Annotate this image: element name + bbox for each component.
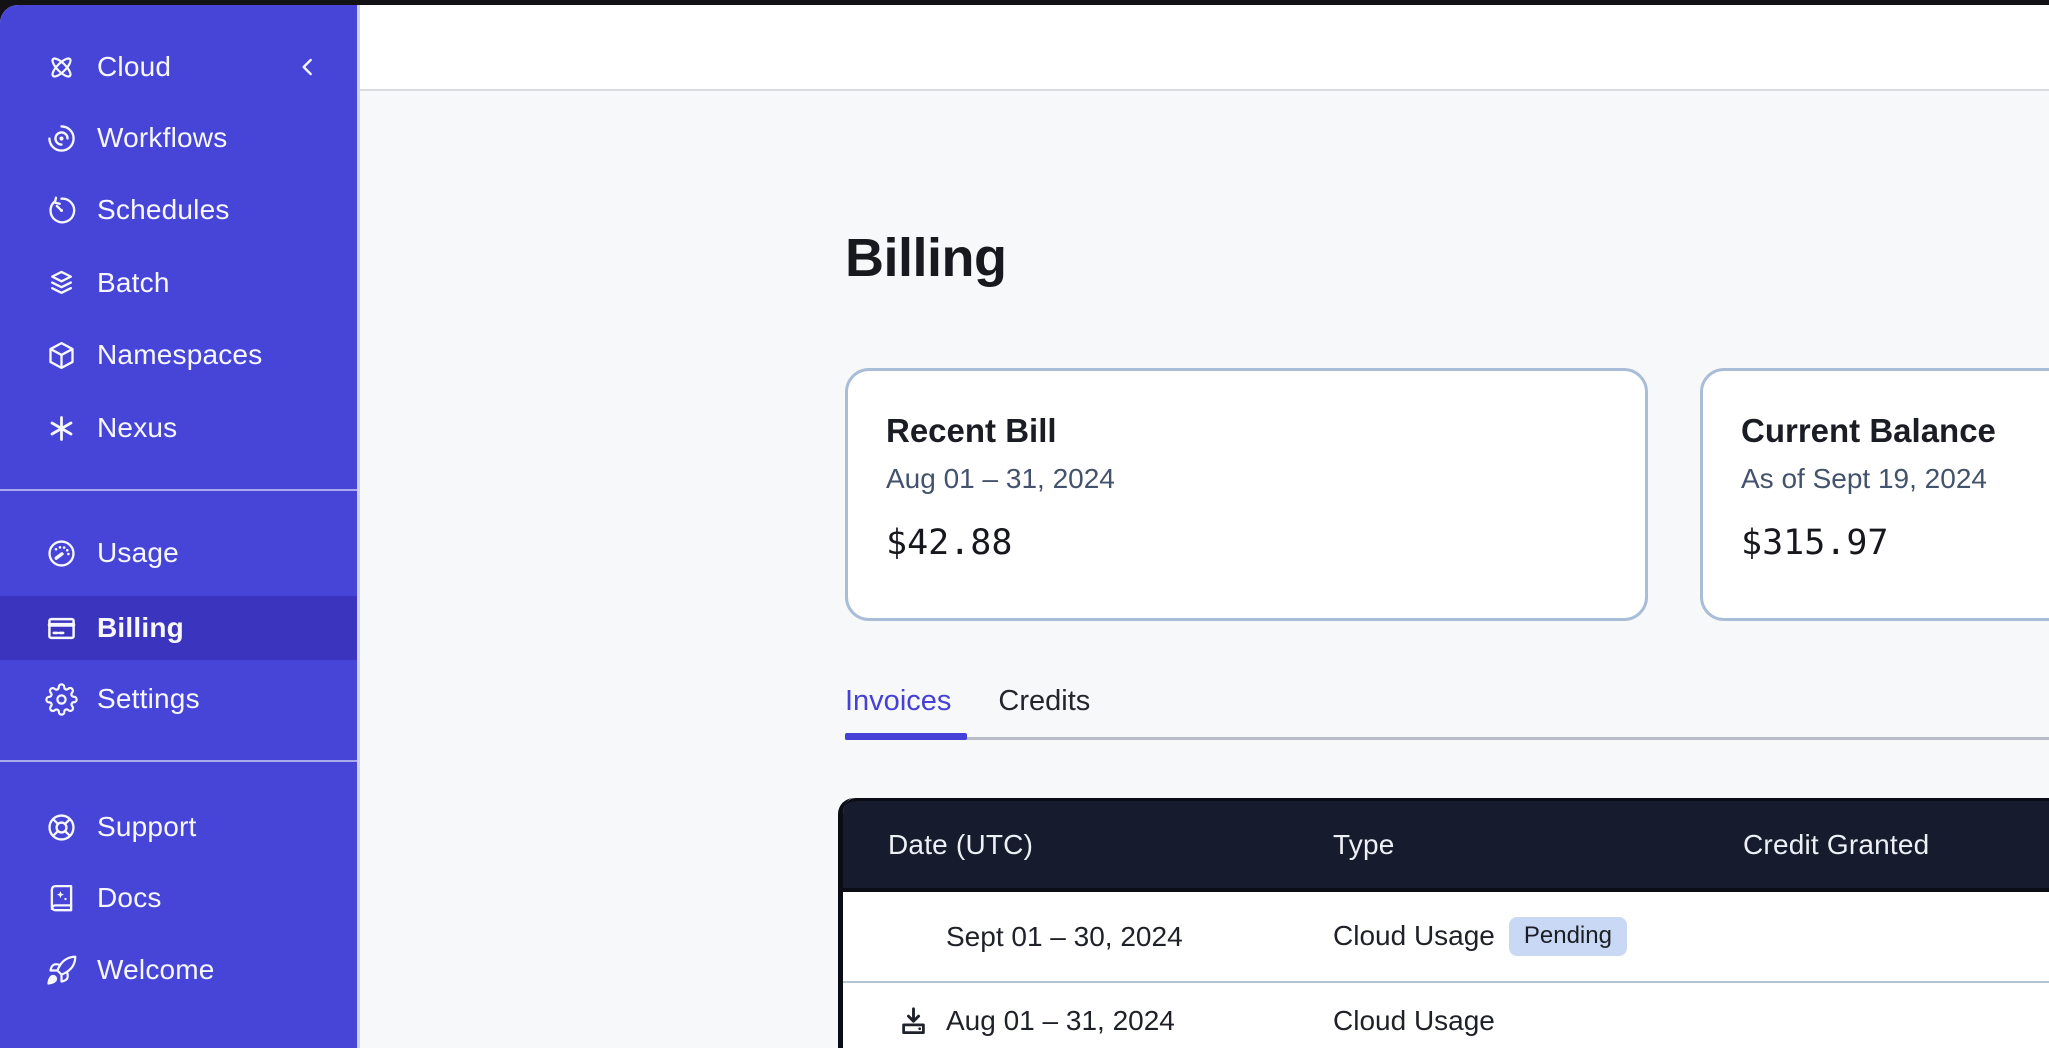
tabs-divider (845, 737, 2049, 740)
column-header-date: Date (UTC) (888, 829, 1333, 861)
status-badge-pending: Pending (1509, 917, 1627, 955)
sidebar-item-settings[interactable]: Settings (0, 667, 357, 731)
sidebar-item-workflows[interactable]: Workflows (0, 106, 357, 170)
download-slot-empty (896, 920, 930, 954)
billing-tabs: Invoices Credits (845, 681, 1090, 721)
invoice-type: Cloud Usage (1333, 1005, 1495, 1037)
column-header-type: Type (1333, 829, 1743, 861)
current-balance-card: Current Balance As of Sept 19, 2024 $315… (1700, 368, 2049, 621)
download-invoice-button[interactable] (896, 1004, 930, 1038)
card-amount: $42.88 (886, 524, 1645, 563)
sidebar-collapse-button[interactable] (288, 47, 328, 87)
card-period: As of Sept 19, 2024 (1741, 464, 2049, 495)
settings-icon (45, 683, 78, 716)
support-icon (45, 811, 78, 844)
temporal-logo-icon (45, 51, 78, 84)
table-row[interactable]: Sept 01 – 30, 2024 Cloud Usage Pending (843, 892, 2049, 981)
sidebar: Cloud Workflows (0, 5, 360, 1048)
sidebar-item-schedules[interactable]: Schedules (0, 178, 357, 242)
table-row[interactable]: Aug 01 – 31, 2024 Cloud Usage (843, 983, 2049, 1048)
tab-credits[interactable]: Credits (998, 681, 1090, 721)
sidebar-divider (0, 760, 357, 762)
invoices-table: Date (UTC) Type Credit Granted Sept 01 –… (838, 798, 2049, 1048)
sidebar-item-nexus[interactable]: Nexus (0, 396, 357, 460)
sidebar-item-support[interactable]: Support (0, 795, 357, 859)
welcome-rocket-icon (45, 954, 78, 987)
recent-bill-card: Recent Bill Aug 01 – 31, 2024 $42.88 (845, 368, 1648, 621)
namespaces-icon (45, 339, 78, 372)
download-icon (897, 1004, 930, 1037)
card-title: Recent Bill (886, 413, 1645, 449)
sidebar-item-billing[interactable]: Billing (0, 596, 357, 660)
sidebar-item-docs[interactable]: Docs (0, 866, 357, 930)
sidebar-item-usage[interactable]: Usage (0, 521, 357, 585)
sidebar-item-namespaces[interactable]: Namespaces (0, 323, 357, 387)
topbar (360, 5, 2049, 91)
schedules-icon (45, 194, 78, 227)
sidebar-item-batch[interactable]: Batch (0, 251, 357, 315)
workflows-icon (45, 122, 78, 155)
sidebar-brand-label: Cloud (97, 51, 171, 83)
invoice-date: Aug 01 – 31, 2024 (946, 1005, 1175, 1037)
docs-icon (45, 882, 78, 915)
app-window: Cloud Workflows (0, 5, 2049, 1048)
sidebar-brand-cloud[interactable]: Cloud (0, 35, 357, 99)
desktop-background: Cloud Workflows (0, 0, 2049, 1048)
sidebar-divider (0, 489, 357, 491)
chevron-left-icon (295, 54, 321, 80)
active-tab-underline (845, 733, 967, 740)
card-period: Aug 01 – 31, 2024 (886, 464, 1645, 495)
tab-invoices[interactable]: Invoices (845, 681, 951, 721)
invoice-date: Sept 01 – 30, 2024 (946, 921, 1183, 953)
batch-icon (45, 267, 78, 300)
usage-icon (45, 537, 78, 570)
page-title: Billing (845, 227, 1006, 289)
nexus-icon (45, 412, 78, 445)
invoice-type: Cloud Usage (1333, 920, 1495, 952)
billing-icon (45, 612, 78, 645)
card-amount: $315.97 (1741, 524, 2049, 563)
card-title: Current Balance (1741, 413, 2049, 449)
sidebar-item-welcome[interactable]: Welcome (0, 938, 357, 1002)
column-header-credit: Credit Granted (1743, 829, 2049, 861)
table-header-row: Date (UTC) Type Credit Granted (843, 798, 2049, 892)
